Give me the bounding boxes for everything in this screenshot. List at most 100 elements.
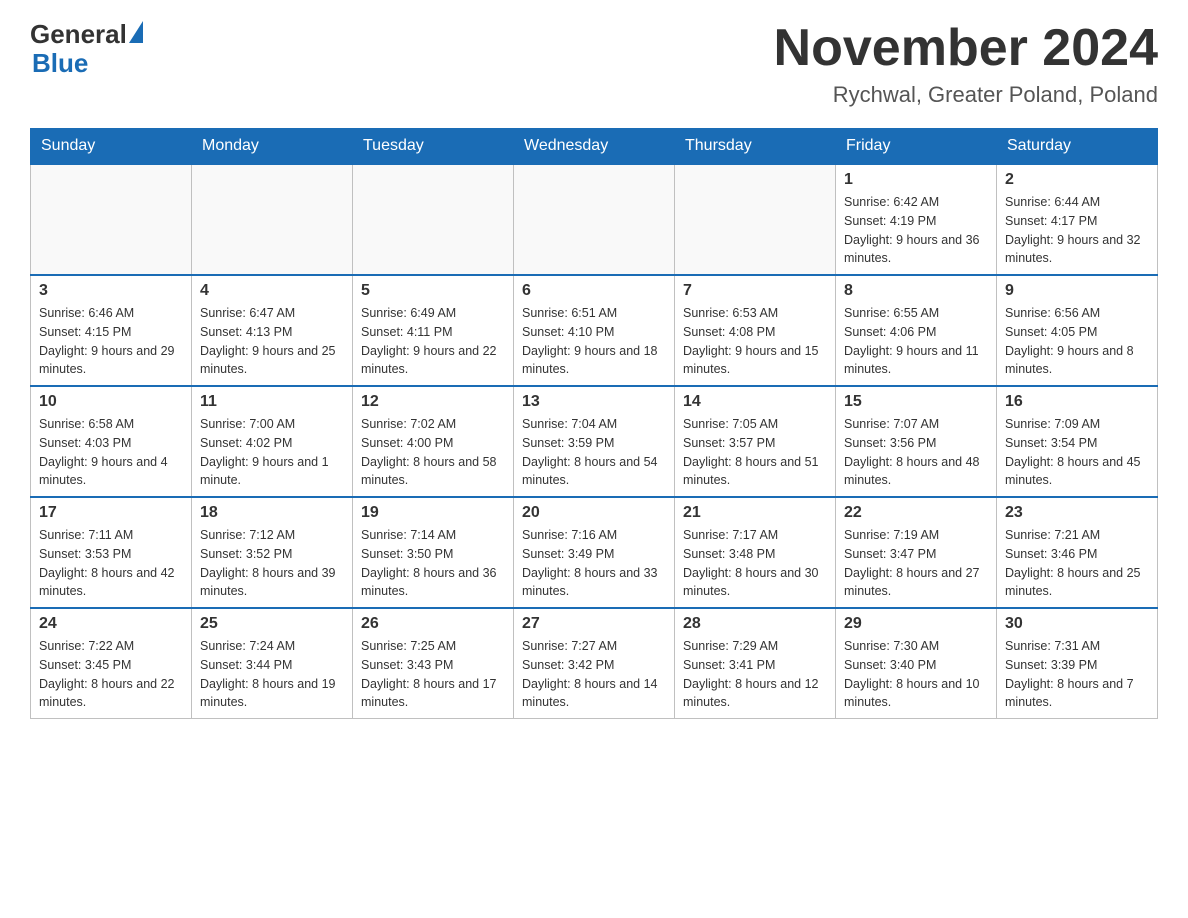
day-number: 19 xyxy=(361,504,505,522)
week-row-3: 10 Sunrise: 6:58 AMSunset: 4:03 PMDayligh… xyxy=(31,386,1158,497)
calendar-cell xyxy=(31,164,192,275)
day-number: 4 xyxy=(200,282,344,300)
weekday-header-sunday: Sunday xyxy=(31,129,192,165)
calendar-cell xyxy=(192,164,353,275)
day-number: 30 xyxy=(1005,615,1149,633)
logo-text: General Blue xyxy=(30,20,143,77)
day-number: 6 xyxy=(522,282,666,300)
calendar-subtitle: Rychwal, Greater Poland, Poland xyxy=(774,82,1158,108)
day-number: 10 xyxy=(39,393,183,411)
logo: General Blue xyxy=(30,20,143,77)
weekday-header-row: SundayMondayTuesdayWednesdayThursdayFrid… xyxy=(31,129,1158,165)
day-info: Sunrise: 7:02 AMSunset: 4:00 PMDaylight:… xyxy=(361,415,505,490)
day-info: Sunrise: 7:14 AMSunset: 3:50 PMDaylight:… xyxy=(361,526,505,601)
calendar-cell: 14 Sunrise: 7:05 AMSunset: 3:57 PMDayligh… xyxy=(675,386,836,497)
weekday-header-tuesday: Tuesday xyxy=(353,129,514,165)
calendar-cell: 2Sunrise: 6:44 AMSunset: 4:17 PMDaylight… xyxy=(997,164,1158,275)
calendar-cell xyxy=(675,164,836,275)
day-info: Sunrise: 6:56 AMSunset: 4:05 PMDaylight:… xyxy=(1005,304,1149,379)
calendar-cell: 3Sunrise: 6:46 AMSunset: 4:15 PMDaylight… xyxy=(31,275,192,386)
day-info: Sunrise: 6:47 AMSunset: 4:13 PMDaylight:… xyxy=(200,304,344,379)
calendar-cell: 12 Sunrise: 7:02 AMSunset: 4:00 PMDayligh… xyxy=(353,386,514,497)
day-info: Sunrise: 7:22 AMSunset: 3:45 PMDaylight:… xyxy=(39,637,183,712)
calendar-table: SundayMondayTuesdayWednesdayThursdayFrid… xyxy=(30,128,1158,719)
logo-triangle-icon xyxy=(129,21,143,43)
calendar-cell: 26 Sunrise: 7:25 AMSunset: 3:43 PMDayligh… xyxy=(353,608,514,719)
day-number: 14 xyxy=(683,393,827,411)
week-row-1: 1 Sunrise: 6:42 AMSunset: 4:19 PMDaylight… xyxy=(31,164,1158,275)
day-info: Sunrise: 7:11 AMSunset: 3:53 PMDaylight:… xyxy=(39,526,183,601)
day-number: 23 xyxy=(1005,504,1149,522)
day-number: 9 xyxy=(1005,282,1149,300)
weekday-header-monday: Monday xyxy=(192,129,353,165)
day-info: Sunrise: 7:29 AMSunset: 3:41 PMDaylight:… xyxy=(683,637,827,712)
day-number: 12 xyxy=(361,393,505,411)
day-number: 25 xyxy=(200,615,344,633)
day-info: Sunrise: 7:16 AMSunset: 3:49 PMDaylight:… xyxy=(522,526,666,601)
day-info: Sunrise: 7:24 AMSunset: 3:44 PMDaylight:… xyxy=(200,637,344,712)
day-number: 29 xyxy=(844,615,988,633)
day-info: Sunrise: 6:53 AMSunset: 4:08 PMDaylight:… xyxy=(683,304,827,379)
day-info: Sunrise: 7:25 AMSunset: 3:43 PMDaylight:… xyxy=(361,637,505,712)
calendar-cell: 20 Sunrise: 7:16 AMSunset: 3:49 PMDayligh… xyxy=(514,497,675,608)
day-info: Sunrise: 6:51 AMSunset: 4:10 PMDaylight:… xyxy=(522,304,666,379)
calendar-cell: 6 Sunrise: 6:51 AMSunset: 4:10 PMDaylight… xyxy=(514,275,675,386)
day-info: Sunrise: 7:00 AMSunset: 4:02 PMDaylight:… xyxy=(200,415,344,490)
day-number: 3 xyxy=(39,282,183,300)
day-info: Sunrise: 7:12 AMSunset: 3:52 PMDaylight:… xyxy=(200,526,344,601)
day-number: 24 xyxy=(39,615,183,633)
weekday-header-wednesday: Wednesday xyxy=(514,129,675,165)
day-info: Sunrise: 7:05 AMSunset: 3:57 PMDaylight:… xyxy=(683,415,827,490)
day-info: Sunrise: 6:42 AMSunset: 4:19 PMDaylight:… xyxy=(844,193,988,268)
calendar-cell: 18 Sunrise: 7:12 AMSunset: 3:52 PMDayligh… xyxy=(192,497,353,608)
calendar-cell: 5 Sunrise: 6:49 AMSunset: 4:11 PMDaylight… xyxy=(353,275,514,386)
day-number: 27 xyxy=(522,615,666,633)
day-number: 18 xyxy=(200,504,344,522)
day-info: Sunrise: 6:58 AMSunset: 4:03 PMDaylight:… xyxy=(39,415,183,490)
calendar-cell: 29 Sunrise: 7:30 AMSunset: 3:40 PMDayligh… xyxy=(836,608,997,719)
day-number: 20 xyxy=(522,504,666,522)
calendar-cell: 19 Sunrise: 7:14 AMSunset: 3:50 PMDayligh… xyxy=(353,497,514,608)
day-info: Sunrise: 6:44 AMSunset: 4:17 PMDaylight:… xyxy=(1005,193,1149,268)
calendar-cell: 7Sunrise: 6:53 AMSunset: 4:08 PMDaylight… xyxy=(675,275,836,386)
day-number: 21 xyxy=(683,504,827,522)
day-info: Sunrise: 7:04 AMSunset: 3:59 PMDaylight:… xyxy=(522,415,666,490)
calendar-cell: 21 Sunrise: 7:17 AMSunset: 3:48 PMDayligh… xyxy=(675,497,836,608)
day-number: 8 xyxy=(844,282,988,300)
day-info: Sunrise: 6:55 AMSunset: 4:06 PMDaylight:… xyxy=(844,304,988,379)
day-number: 1 xyxy=(844,171,988,189)
day-number: 15 xyxy=(844,393,988,411)
week-row-4: 17 Sunrise: 7:11 AMSunset: 3:53 PMDayligh… xyxy=(31,497,1158,608)
week-row-2: 3Sunrise: 6:46 AMSunset: 4:15 PMDaylight… xyxy=(31,275,1158,386)
day-number: 17 xyxy=(39,504,183,522)
calendar-cell: 15 Sunrise: 7:07 AMSunset: 3:56 PMDayligh… xyxy=(836,386,997,497)
calendar-cell: 27 Sunrise: 7:27 AMSunset: 3:42 PMDayligh… xyxy=(514,608,675,719)
calendar-cell: 25 Sunrise: 7:24 AMSunset: 3:44 PMDayligh… xyxy=(192,608,353,719)
weekday-header-thursday: Thursday xyxy=(675,129,836,165)
calendar-cell: 30 Sunrise: 7:31 AMSunset: 3:39 PMDayligh… xyxy=(997,608,1158,719)
calendar-cell: 28 Sunrise: 7:29 AMSunset: 3:41 PMDayligh… xyxy=(675,608,836,719)
day-info: Sunrise: 7:17 AMSunset: 3:48 PMDaylight:… xyxy=(683,526,827,601)
title-area: November 2024 Rychwal, Greater Poland, P… xyxy=(774,20,1158,108)
day-number: 5 xyxy=(361,282,505,300)
day-info: Sunrise: 6:49 AMSunset: 4:11 PMDaylight:… xyxy=(361,304,505,379)
day-info: Sunrise: 7:27 AMSunset: 3:42 PMDaylight:… xyxy=(522,637,666,712)
calendar-cell: 11 Sunrise: 7:00 AMSunset: 4:02 PMDayligh… xyxy=(192,386,353,497)
day-number: 26 xyxy=(361,615,505,633)
day-number: 11 xyxy=(200,393,344,411)
day-number: 28 xyxy=(683,615,827,633)
calendar-cell: 10 Sunrise: 6:58 AMSunset: 4:03 PMDayligh… xyxy=(31,386,192,497)
header: General Blue November 2024 Rychwal, Grea… xyxy=(30,20,1158,108)
calendar-cell: 17 Sunrise: 7:11 AMSunset: 3:53 PMDayligh… xyxy=(31,497,192,608)
day-info: Sunrise: 7:30 AMSunset: 3:40 PMDaylight:… xyxy=(844,637,988,712)
calendar-cell: 9 Sunrise: 6:56 AMSunset: 4:05 PMDaylight… xyxy=(997,275,1158,386)
calendar-cell: 4 Sunrise: 6:47 AMSunset: 4:13 PMDaylight… xyxy=(192,275,353,386)
calendar-cell: 8 Sunrise: 6:55 AMSunset: 4:06 PMDaylight… xyxy=(836,275,997,386)
calendar-cell: 23Sunrise: 7:21 AMSunset: 3:46 PMDayligh… xyxy=(997,497,1158,608)
calendar-cell xyxy=(514,164,675,275)
day-info: Sunrise: 7:07 AMSunset: 3:56 PMDaylight:… xyxy=(844,415,988,490)
day-info: Sunrise: 7:19 AMSunset: 3:47 PMDaylight:… xyxy=(844,526,988,601)
calendar-cell: 1 Sunrise: 6:42 AMSunset: 4:19 PMDaylight… xyxy=(836,164,997,275)
calendar-cell: 13Sunrise: 7:04 AMSunset: 3:59 PMDayligh… xyxy=(514,386,675,497)
day-info: Sunrise: 7:31 AMSunset: 3:39 PMDaylight:… xyxy=(1005,637,1149,712)
